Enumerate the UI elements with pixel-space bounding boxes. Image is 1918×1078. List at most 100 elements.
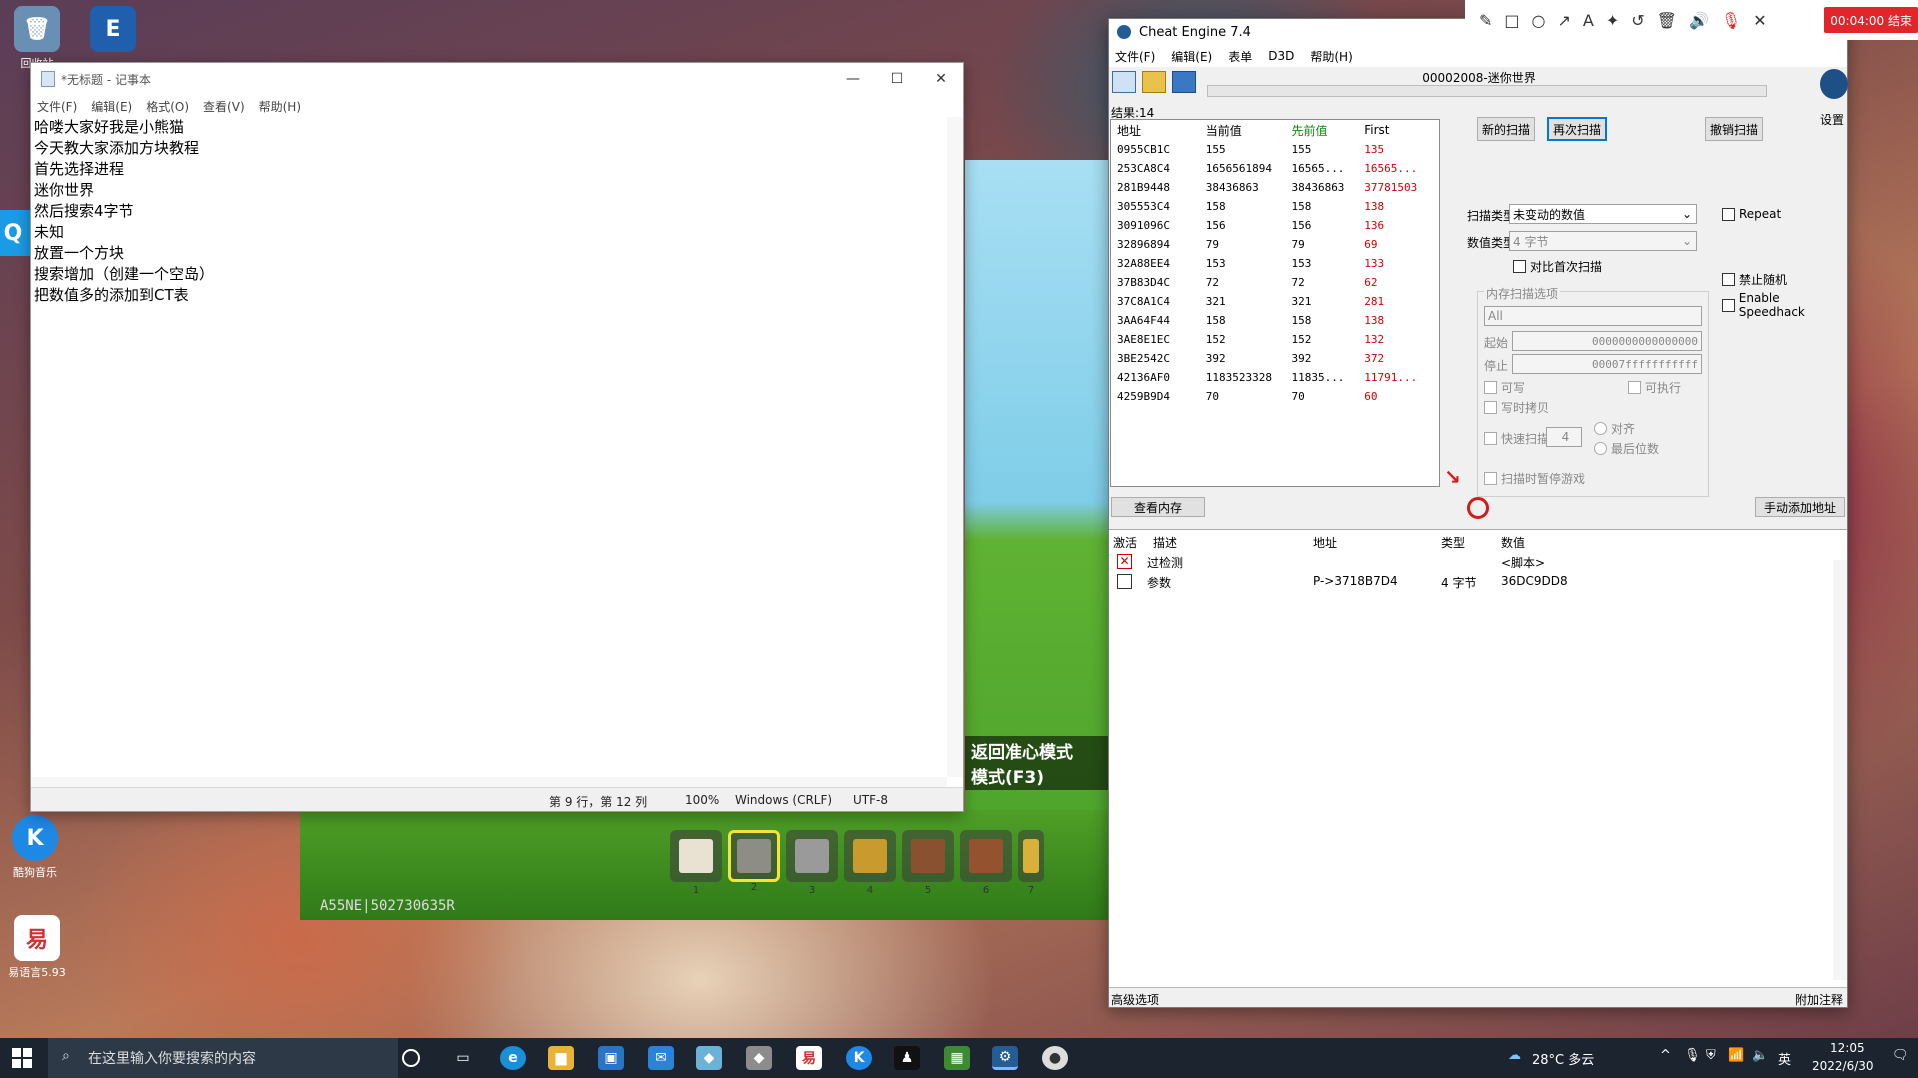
repeat-checkbox[interactable]: Repeat	[1722, 207, 1781, 221]
add-arrow-icon[interactable]: ↘	[1444, 465, 1468, 489]
menu-edit[interactable]: 编辑(E)	[91, 98, 132, 115]
start-address-input[interactable]: 0000000000000000	[1512, 331, 1702, 351]
store-icon[interactable]: ▣	[598, 1046, 624, 1070]
ce-logo-icon[interactable]	[1820, 69, 1848, 99]
hotbar-slot[interactable]: 1	[670, 830, 722, 896]
add-address-button[interactable]: 手动添加地址	[1755, 497, 1845, 517]
notepad-text-area[interactable]: 哈喽大家好我是小熊猫 今天教大家添加方块教程 首先选择进程 迷你世界 然后搜索4…	[34, 117, 945, 777]
ce-menu-file[interactable]: 文件(F)	[1115, 48, 1155, 65]
arrow-icon[interactable]: ↗	[1558, 11, 1571, 30]
result-row[interactable]: 37B83D4C 72 72 62	[1111, 273, 1439, 292]
col-current[interactable]: 当前值	[1206, 122, 1292, 139]
result-row[interactable]: 3BE2542C 392 392 372	[1111, 349, 1439, 368]
result-row[interactable]: 253CA8C4 1656561894 16565... 16565...	[1111, 159, 1439, 178]
result-row[interactable]: 3AA64F44 158 158 138	[1111, 311, 1439, 330]
undo-icon[interactable]: ↺	[1631, 11, 1644, 30]
active-checkbox-crossed[interactable]: ✕	[1117, 554, 1132, 569]
ce-menu-d3d[interactable]: D3D	[1268, 49, 1294, 63]
marker-icon[interactable]: ✦	[1606, 11, 1619, 30]
maximize-button[interactable]: ☐	[875, 63, 919, 95]
menu-format[interactable]: 格式(O)	[146, 98, 189, 115]
last-digits-radio[interactable]: 最后位数	[1594, 440, 1659, 457]
qq-taskbar-icon[interactable]: ♟	[894, 1046, 920, 1070]
hotbar-slot-selected[interactable]: 2	[728, 830, 780, 893]
cheat-table[interactable]: 激活 描述 地址 类型 数值 ✕ 过检测 <脚本> 参数 P->3718B7D4…	[1109, 529, 1847, 989]
weather-text[interactable]: 28°C 多云	[1532, 1049, 1594, 1068]
edge-icon[interactable]: e	[500, 1046, 526, 1070]
shield-icon[interactable]: ⛨	[1706, 1048, 1716, 1063]
text-icon[interactable]: A	[1583, 11, 1594, 30]
rectangle-icon[interactable]: □	[1504, 11, 1519, 30]
game-taskbar-icon[interactable]: ▦	[944, 1046, 970, 1070]
close-button[interactable]: ✕	[919, 63, 963, 95]
stop-icon[interactable]	[1467, 497, 1489, 519]
writable-checkbox[interactable]: 可写	[1484, 379, 1525, 396]
hotbar-slot[interactable]: 6	[960, 830, 1012, 896]
chevron-up-icon[interactable]: ^	[1660, 1048, 1671, 1063]
align-radio[interactable]: 对齐	[1594, 420, 1635, 437]
table-scrollbar[interactable]	[1833, 560, 1847, 980]
settings-label[interactable]: 设置	[1820, 111, 1844, 128]
desktop-icon-yiyuyan[interactable]: 易 易语言5.93	[2, 915, 72, 980]
trash-icon[interactable]: 🗑	[1657, 11, 1677, 30]
ce-menu-table[interactable]: 表单	[1228, 48, 1252, 65]
result-row[interactable]: 3091096C 156 156 136	[1111, 216, 1439, 235]
new-scan-button[interactable]: 新的扫描	[1477, 117, 1535, 141]
col-first[interactable]: First	[1364, 123, 1439, 137]
hotbar-slot[interactable]: 3	[786, 830, 838, 896]
weather-icon[interactable]: ☁	[1508, 1048, 1521, 1063]
result-row[interactable]: 32A88EE4 153 153 133	[1111, 254, 1439, 273]
result-row[interactable]: 37C8A1C4 321 321 281	[1111, 292, 1439, 311]
desktop-icon-installer[interactable]: E	[78, 6, 148, 55]
col-address[interactable]: 地址	[1111, 122, 1206, 139]
stop-recording-button[interactable]: 00:04:00 结束	[1824, 7, 1918, 33]
result-row[interactable]: 42136AF0 1183523328 11835... 11791...	[1111, 368, 1439, 387]
menu-file[interactable]: 文件(F)	[37, 98, 77, 115]
menu-help[interactable]: 帮助(H)	[259, 98, 301, 115]
yiyuyan-taskbar-icon[interactable]: 易	[796, 1046, 822, 1070]
result-row[interactable]: 0955CB1C 155 155 135	[1111, 140, 1439, 159]
table-comments[interactable]: 附加注释	[1795, 991, 1843, 1008]
minimize-button[interactable]: —	[831, 63, 875, 95]
start-button[interactable]	[12, 1048, 32, 1068]
hotbar-slot[interactable]: 4	[844, 830, 896, 896]
scan-type-select[interactable]: 未变动的数值 ⌄	[1509, 204, 1697, 224]
advanced-options[interactable]: 高级选项	[1111, 991, 1159, 1008]
ce-menu-edit[interactable]: 编辑(E)	[1171, 48, 1212, 65]
executable-checkbox[interactable]: 可执行	[1628, 379, 1681, 396]
taskbar-search[interactable]: ⌕ 在这里输入你要搜索的内容	[48, 1038, 398, 1078]
view-memory-button[interactable]: 查看内存	[1111, 497, 1205, 517]
fast-scan-checkbox[interactable]: 快速扫描	[1484, 430, 1549, 447]
notepad-titlebar[interactable]: *无标题 - 记事本	[31, 63, 963, 95]
copy-on-write-checkbox[interactable]: 写时拷贝	[1484, 399, 1549, 416]
clock-date[interactable]: 2022/6/30	[1812, 1059, 1874, 1073]
result-row[interactable]: 32896894 79 79 69	[1111, 235, 1439, 254]
active-checkbox[interactable]	[1117, 574, 1132, 589]
file-explorer-icon[interactable]: ▆	[548, 1046, 574, 1070]
result-row[interactable]: 281B9448 38436863 38436863 37781503	[1111, 178, 1439, 197]
speaker-icon[interactable]: 🔊	[1689, 11, 1709, 30]
table-row[interactable]: ✕ 过检测 <脚本>	[1109, 552, 1847, 572]
task-view-icon[interactable]: ▭	[450, 1046, 476, 1070]
app-icon[interactable]: ◆	[696, 1046, 722, 1070]
ce-menu-help[interactable]: 帮助(H)	[1310, 48, 1352, 65]
mic-muted-icon[interactable]: 🎙	[1721, 11, 1741, 30]
close-icon[interactable]: ✕	[1753, 11, 1766, 30]
undo-scan-button[interactable]: 撤销扫描	[1705, 117, 1763, 141]
table-row[interactable]: 参数 P->3718B7D4 4 字节 36DC9DD8	[1109, 572, 1847, 592]
horizontal-scrollbar[interactable]	[31, 777, 947, 787]
mail-icon[interactable]: ✉	[648, 1046, 674, 1070]
speedhack-checkbox[interactable]: Enable Speedhack	[1722, 291, 1847, 319]
circle-icon[interactable]: ○	[1532, 11, 1546, 30]
app-icon[interactable]: ◆	[746, 1046, 772, 1070]
pause-game-checkbox[interactable]: 扫描时暂停游戏	[1484, 470, 1585, 487]
microphone-icon[interactable]: 🎙	[1684, 1048, 1701, 1063]
app-icon[interactable]: ●	[1042, 1046, 1068, 1070]
network-icon[interactable]: 📶	[1728, 1048, 1744, 1063]
volume-icon[interactable]: 🔈	[1752, 1048, 1768, 1063]
notification-icon[interactable]: 🗨	[1892, 1048, 1909, 1063]
stop-address-input[interactable]: 00007fffffffffff	[1512, 354, 1702, 374]
no-random-checkbox[interactable]: 禁止随机	[1722, 271, 1787, 288]
value-type-select[interactable]: 4 字节 ⌄	[1509, 231, 1697, 251]
vertical-scrollbar[interactable]	[947, 117, 963, 777]
